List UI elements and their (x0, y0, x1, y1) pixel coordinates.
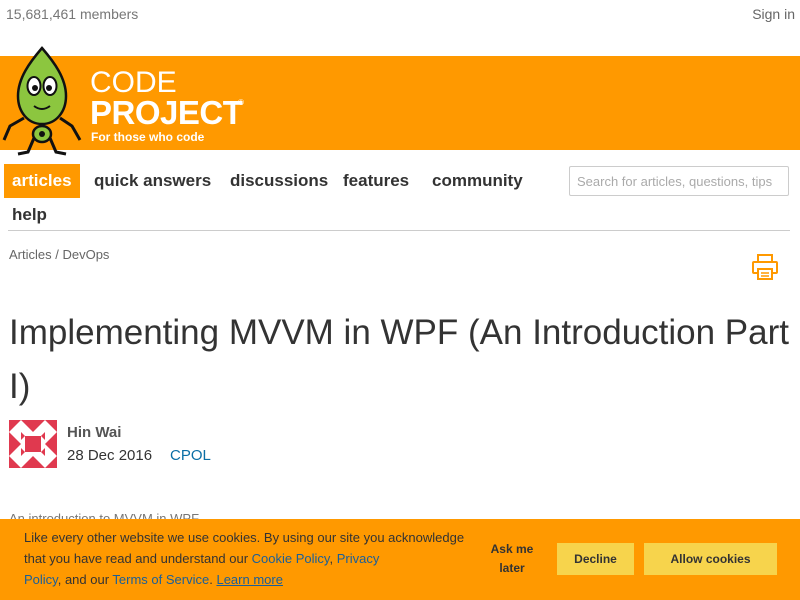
decline-button[interactable]: Decline (557, 543, 634, 575)
license-link[interactable]: CPOL (170, 447, 211, 464)
ask-me-later-button[interactable]: Ask me later (484, 540, 540, 578)
search-box (569, 166, 789, 196)
author-avatar[interactable] (9, 420, 57, 468)
logo-registered-mark: ® (238, 98, 244, 107)
logo-tagline: For those who code (91, 130, 205, 144)
nav-item-quick-answers[interactable]: quick answers (94, 164, 211, 198)
cookie-message-text: Like every other website we use cookies.… (24, 530, 465, 566)
search-input[interactable] (577, 168, 777, 194)
cookie-banner: Like every other website we use cookies.… (0, 519, 800, 600)
cookie-policy-link[interactable]: Cookie Policy (252, 551, 330, 566)
bob-mascot-icon[interactable] (2, 44, 82, 156)
breadcrumb: Articles / DevOps (9, 247, 109, 262)
nav-item-help[interactable]: help (12, 198, 47, 232)
nav-item-community[interactable]: community (432, 164, 523, 198)
nav-item-articles[interactable]: articles (4, 164, 80, 198)
nav-divider (8, 230, 790, 231)
allow-cookies-button[interactable]: Allow cookies (644, 543, 777, 575)
article-date: 28 Dec 2016 (67, 447, 153, 464)
nav-item-features[interactable]: features (343, 164, 409, 198)
breadcrumb-articles[interactable]: Articles (9, 247, 52, 262)
member-count: 15,681,461 members (6, 6, 139, 22)
breadcrumb-devops[interactable]: DevOps (62, 247, 109, 262)
article-title: Implementing MVVM in WPF (An Introductio… (9, 313, 789, 406)
author-name[interactable]: Hin Wai (67, 424, 121, 441)
learn-more-link[interactable]: Learn more (216, 572, 282, 587)
logo-project-text: PROJECT (90, 94, 243, 131)
cookie-sep-1: , (329, 551, 337, 566)
cookie-sep-2: , and our (57, 572, 113, 587)
nav-item-discussions[interactable]: discussions (230, 164, 328, 198)
top-bar: 15,681,461 members Sign in (0, 0, 800, 28)
terms-of-service-link[interactable]: Terms of Service (112, 572, 209, 587)
sign-in-link[interactable]: Sign in (752, 6, 795, 22)
breadcrumb-separator: / (51, 247, 63, 262)
cookie-message: Like every other website we use cookies.… (24, 527, 474, 590)
print-icon[interactable] (752, 254, 778, 280)
